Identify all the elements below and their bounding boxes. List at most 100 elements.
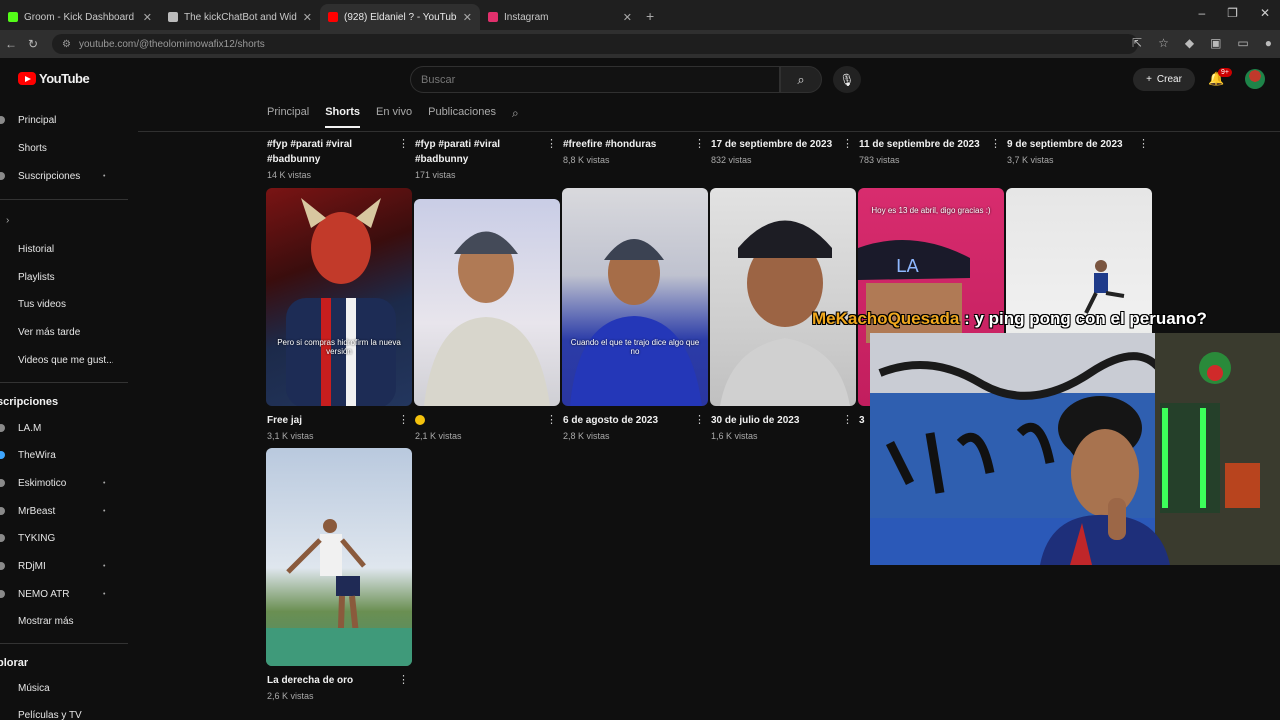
subscription-channel[interactable]: NEMO ATR • <box>0 584 128 604</box>
more-options-icon[interactable]: ⋮ <box>546 137 557 150</box>
sidebar-item-playlists[interactable]: Playlists <box>0 267 128 287</box>
sidebar-item-shorts[interactable]: Shorts <box>0 138 128 158</box>
sidebar-item-peliculas[interactable]: Películas y TV <box>0 705 128 720</box>
browser-tab[interactable]: The kickChatBot and Widget ✕ <box>160 4 320 30</box>
short-thumbnail[interactable] <box>414 199 560 406</box>
short-title: #freefire #honduras <box>563 139 657 150</box>
short-title: 6 de agosto de 2023 <box>563 415 659 426</box>
minimize-icon[interactable]: – <box>1198 6 1205 20</box>
short-thumbnail[interactable] <box>710 188 856 406</box>
more-options-icon[interactable]: ⋮ <box>546 413 557 426</box>
chat-separator: : <box>959 309 975 328</box>
sidebar: Principal Shorts Suscripciones • › Histo… <box>0 100 128 720</box>
channel-search-icon[interactable]: ⌕ <box>512 106 519 128</box>
browser-tab[interactable]: Groom - Kick Dashboard ✕ <box>0 4 160 30</box>
more-options-icon[interactable]: ⋮ <box>398 413 409 426</box>
more-options-icon[interactable]: ⋮ <box>990 137 1001 150</box>
short-meta[interactable]: #fyp #parati #viral #badbunny 171 vistas… <box>415 137 557 180</box>
search-input[interactable]: Buscar <box>410 66 780 93</box>
tab-close-icon[interactable]: ✕ <box>623 11 632 24</box>
search-button[interactable]: ⌕ <box>780 66 822 93</box>
short-meta[interactable]: #fyp #parati #viral #badbunny 14 K vista… <box>267 137 409 180</box>
puzzle-icon[interactable]: ▣ <box>1210 36 1221 50</box>
tab-close-icon[interactable]: ✕ <box>303 11 312 24</box>
more-options-icon[interactable]: ⋮ <box>1138 137 1149 150</box>
short-meta[interactable]: La derecha de oro 2,6 K vistas ⋮ <box>267 673 409 701</box>
short-meta[interactable]: Free jaj 3,1 K vistas ⋮ <box>267 413 409 441</box>
subscription-channel[interactable]: TheWira <box>0 445 128 465</box>
person-cap-figure <box>424 231 550 406</box>
tab-en-vivo[interactable]: En vivo <box>376 106 412 128</box>
sidebar-item-label: Playlists <box>18 271 55 283</box>
create-button[interactable]: + Crear <box>1133 68 1195 91</box>
new-tab-icon[interactable]: + <box>640 8 660 30</box>
short-title: 17 de septiembre de 2023 <box>711 139 833 150</box>
short-views: 2,1 K vistas <box>415 431 462 441</box>
extension-icon[interactable]: ◆ <box>1185 36 1194 50</box>
sidepanel-icon[interactable]: ▭ <box>1237 36 1248 50</box>
short-title <box>415 413 551 428</box>
maximize-icon[interactable]: ❐ <box>1227 6 1238 20</box>
site-info-icon[interactable]: ⚙ <box>62 39 71 50</box>
tab-close-icon[interactable]: ✕ <box>143 11 152 24</box>
sidebar-item-label: Principal <box>18 114 57 126</box>
profile-icon[interactable]: ● <box>1265 36 1272 50</box>
account-avatar[interactable] <box>1245 69 1265 89</box>
svg-text:LA: LA <box>896 256 919 277</box>
channel-avatar-icon <box>0 590 5 598</box>
sidebar-item-ver-mas-tarde[interactable]: Ver más tarde <box>0 322 128 342</box>
bookmark-star-icon[interactable]: ☆ <box>1158 36 1169 50</box>
instagram-favicon-icon <box>488 12 498 22</box>
reload-icon[interactable]: ↻ <box>22 37 44 51</box>
more-options-icon[interactable]: ⋮ <box>398 673 409 686</box>
tab-publicaciones[interactable]: Publicaciones <box>428 106 496 128</box>
create-label: Crear <box>1156 74 1182 85</box>
sidebar-item-historial[interactable]: Historial <box>0 239 128 259</box>
sidebar-item-tus-videos[interactable]: Tus videos <box>0 294 128 314</box>
short-thumbnail[interactable]: Pero si compras hidrofirm la nueva versi… <box>266 188 412 406</box>
more-options-icon[interactable]: ⋮ <box>842 413 853 426</box>
sidebar-divider <box>0 643 128 644</box>
more-options-icon[interactable]: ⋮ <box>842 137 853 150</box>
sidebar-you-expand[interactable]: › <box>0 210 128 230</box>
short-meta[interactable]: 9 de septiembre de 2023 3,7 K vistas ⋮ <box>1007 137 1149 165</box>
short-thumbnail[interactable]: Cuando el que te trajo dice algo que no <box>562 188 708 406</box>
back-icon[interactable]: ← <box>0 37 22 51</box>
short-meta[interactable]: 2,1 K vistas ⋮ <box>415 413 557 441</box>
sidebar-item-liked-videos[interactable]: Videos que me gust... <box>0 350 128 370</box>
channel-avatar-icon <box>0 451 5 459</box>
subscription-channel[interactable]: RDjMI • <box>0 556 128 576</box>
short-meta[interactable]: #freefire #honduras 8,8 K vistas ⋮ <box>563 137 705 165</box>
subscriptions-icon <box>0 172 5 180</box>
tab-principal[interactable]: Principal <box>267 106 309 128</box>
cast-icon[interactable]: ⇱ <box>1132 36 1142 50</box>
tab-close-icon[interactable]: ✕ <box>463 11 472 24</box>
sidebar-item-suscripciones[interactable]: Suscripciones • <box>0 166 128 186</box>
address-bar[interactable]: ⚙ youtube.com/@theolomimowafix12/shorts <box>52 34 1138 54</box>
browser-tab[interactable]: Instagram ✕ <box>480 4 640 30</box>
show-more-button[interactable]: Mostrar más <box>0 611 128 631</box>
subscription-channel[interactable]: TYKING <box>0 528 128 548</box>
short-thumbnail[interactable] <box>266 448 412 666</box>
more-options-icon[interactable]: ⋮ <box>694 413 705 426</box>
short-title: #fyp #parati #viral #badbunny <box>267 139 353 165</box>
browser-tab-active[interactable]: (928) Eldaniel ? - YouTube ✕ <box>320 4 480 30</box>
sidebar-item-musica[interactable]: Música <box>0 678 128 698</box>
short-meta[interactable]: 6 de agosto de 2023 2,8 K vistas ⋮ <box>563 413 705 441</box>
subscription-channel[interactable]: LA.M <box>0 418 128 438</box>
more-options-icon[interactable]: ⋮ <box>694 137 705 150</box>
sidebar-item-principal[interactable]: Principal <box>0 110 128 130</box>
more-options-icon[interactable]: ⋮ <box>398 137 409 150</box>
youtube-logo[interactable]: YouTube <box>18 71 90 86</box>
short-meta[interactable]: 17 de septiembre de 2023 832 vistas ⋮ <box>711 137 853 165</box>
short-meta[interactable]: 30 de julio de 2023 1,6 K vistas ⋮ <box>711 413 853 441</box>
subscription-channel[interactable]: Eskimotico • <box>0 473 128 493</box>
thumbnail-caption: Pero si compras hidrofirm la nueva versi… <box>277 338 401 356</box>
url-text: youtube.com/@theolomimowafix12/shorts <box>78 38 265 50</box>
short-meta[interactable]: 11 de septiembre de 2023 783 vistas ⋮ <box>859 137 1001 165</box>
subscription-channel[interactable]: MrBeast • <box>0 501 128 521</box>
voice-search-button[interactable]: 🎙 <box>833 66 861 93</box>
tab-shorts[interactable]: Shorts <box>325 106 361 128</box>
logo-text: YouTube <box>39 71 90 86</box>
window-close-icon[interactable]: ✕ <box>1260 6 1270 20</box>
